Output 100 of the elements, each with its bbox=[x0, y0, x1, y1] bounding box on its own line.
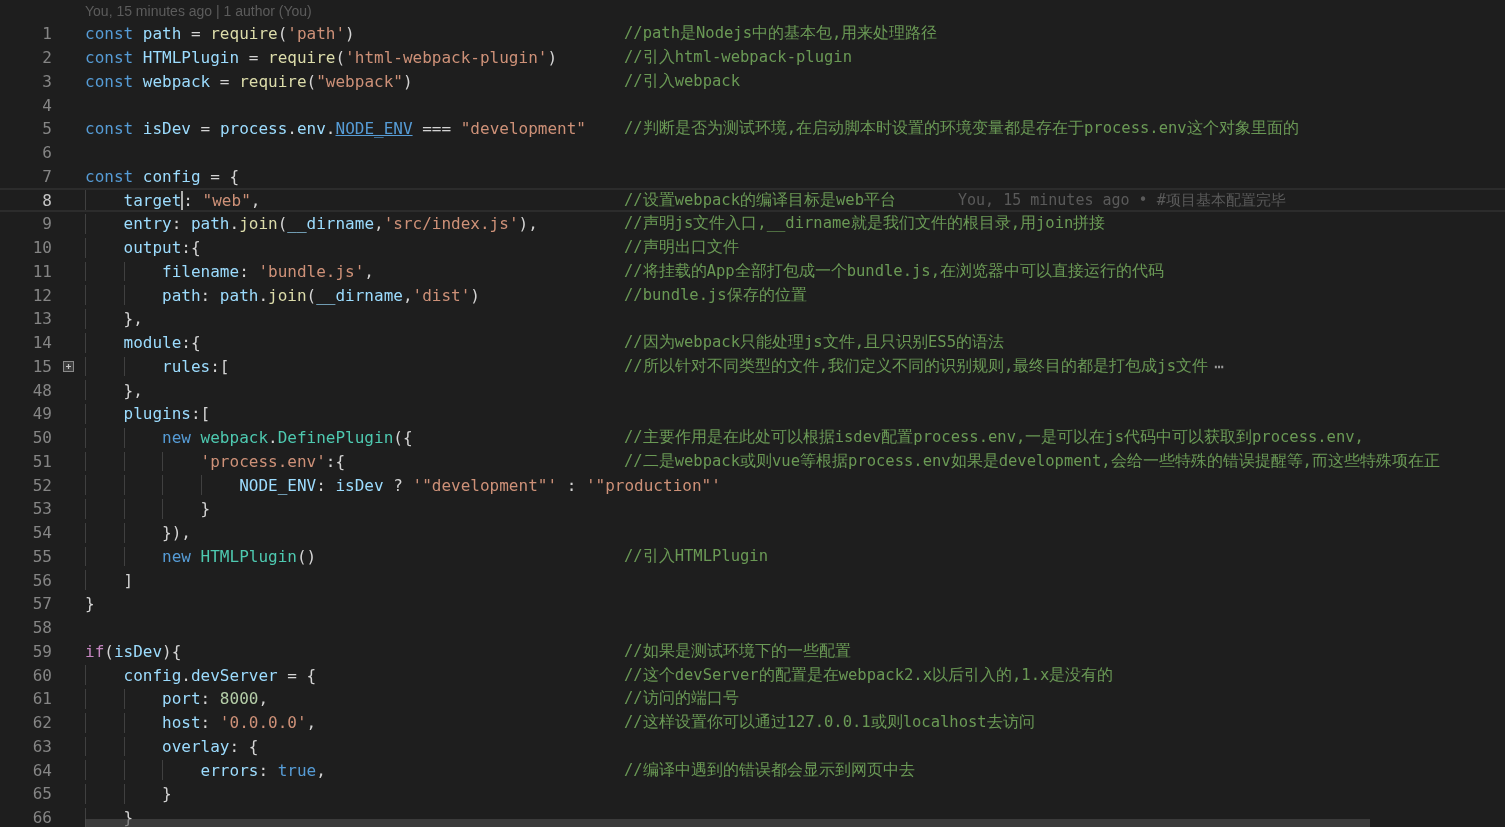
code-token: require bbox=[239, 71, 307, 91]
code-token: ), bbox=[518, 214, 538, 234]
code-token: '"production"' bbox=[585, 475, 721, 495]
code-token: webpack bbox=[200, 428, 269, 448]
code-comment: //因为webpack只能处理js文件,且只识别ES5的语法 bbox=[624, 332, 1004, 354]
line-number: 53 bbox=[31, 499, 52, 519]
code-comment: //将挂载的App全部打包成一个bundle.js,在浏览器中可以直接运行的代码 bbox=[624, 260, 1164, 282]
code-token: : bbox=[200, 285, 212, 305]
code-token: const bbox=[85, 48, 135, 68]
code-token: . bbox=[229, 214, 240, 234]
code-token: path bbox=[162, 285, 201, 305]
code-token: isDev bbox=[113, 641, 163, 661]
code-token: "webpack" bbox=[316, 71, 403, 91]
line-number: 7 bbox=[41, 166, 52, 186]
code-token: new bbox=[162, 428, 192, 448]
code-token: filename bbox=[162, 261, 240, 281]
code-token: :{ bbox=[181, 333, 201, 353]
code-token: ) bbox=[470, 285, 480, 305]
code-token: ? bbox=[392, 475, 404, 495]
code-token: if bbox=[85, 641, 105, 661]
code-token: , bbox=[316, 760, 326, 780]
line-number: 58 bbox=[31, 618, 52, 638]
code-comment: //声明js文件入口,__dirname就是我们文件的根目录,用join拼接 bbox=[624, 213, 1106, 235]
code-token: module bbox=[123, 333, 182, 353]
code-token: : bbox=[183, 190, 194, 210]
code-token: require bbox=[210, 24, 278, 44]
code-comment: //判断是否为测试环境,在启动脚本时设置的环境变量都是存在于process.env这个对象里面的 bbox=[624, 118, 1299, 140]
line-number: 61 bbox=[31, 689, 52, 709]
expand-icon[interactable] bbox=[63, 360, 74, 372]
code-token: const bbox=[85, 166, 135, 186]
line-number: 57 bbox=[31, 594, 52, 614]
code-token: 'dist' bbox=[412, 285, 471, 305]
line-number: 60 bbox=[31, 665, 52, 685]
line-number: 54 bbox=[31, 523, 52, 543]
code-comment: //设置webpack的编译目标是web平台 bbox=[624, 189, 896, 211]
code-token: : bbox=[200, 713, 212, 733]
code-token: devServer bbox=[190, 665, 278, 685]
line-number: 3 bbox=[41, 71, 52, 91]
code-token: '0.0.0.0' bbox=[219, 713, 307, 733]
code-token: :[ bbox=[210, 356, 230, 376]
code-token: }, bbox=[123, 380, 143, 400]
line-number: 9 bbox=[41, 214, 52, 234]
line-number: 59 bbox=[31, 641, 52, 661]
code-token: const bbox=[85, 24, 135, 44]
code-token: === bbox=[421, 119, 453, 139]
code-token: NODE_ENV bbox=[239, 475, 317, 495]
code-token: path bbox=[219, 285, 259, 305]
code-token: plugins bbox=[123, 404, 191, 424]
line-number: 48 bbox=[31, 380, 52, 400]
code-token: . bbox=[287, 119, 297, 139]
code-token: ( bbox=[104, 641, 114, 661]
code-token: ( bbox=[277, 24, 288, 44]
code-token: , bbox=[364, 261, 374, 281]
line-number: 15 bbox=[31, 356, 52, 376]
code-comment: //所以针对不同类型的文件,我们定义不同的识别规则,最终目的都是打包成js文件 bbox=[624, 355, 1208, 377]
code-token: require bbox=[268, 48, 336, 68]
code-token: :{ bbox=[325, 451, 346, 471]
code-token: . bbox=[268, 428, 278, 448]
code-comment: //引入html-webpack-plugin bbox=[624, 47, 852, 69]
code-token: path bbox=[142, 24, 182, 44]
code-token: ( bbox=[277, 214, 288, 234]
code-comment: //访问的端口号 bbox=[624, 688, 739, 710]
code-token: DefinePlugin bbox=[277, 428, 394, 448]
code-token: HTMLPlugin bbox=[142, 48, 240, 68]
code-token: = { bbox=[286, 665, 317, 685]
code-token: ({ bbox=[393, 428, 413, 448]
code-token: = { bbox=[209, 166, 240, 186]
code-token: "web" bbox=[202, 190, 251, 210]
code-token: host bbox=[162, 713, 201, 733]
line-number: 65 bbox=[31, 784, 52, 804]
code-token: } bbox=[85, 594, 95, 614]
code-token: }, bbox=[123, 309, 143, 329]
code-comment: //path是Nodejs中的基本包,用来处理路径 bbox=[624, 23, 938, 45]
code-token: webpack bbox=[142, 71, 211, 91]
code-token: const bbox=[85, 119, 135, 139]
code-token: ] bbox=[123, 570, 134, 590]
code-token: ( bbox=[306, 285, 317, 305]
line-number: 66 bbox=[31, 808, 52, 827]
line-number: 2 bbox=[41, 48, 52, 68]
code-comment: //引入webpack bbox=[624, 70, 740, 92]
code-comment: //这样设置你可以通过127.0.0.1或则localhost去访问 bbox=[624, 712, 1035, 734]
code-token: 8000 bbox=[219, 689, 259, 709]
code-token: ){ bbox=[162, 641, 182, 661]
code-token: : bbox=[565, 475, 578, 495]
line-number: 13 bbox=[31, 309, 52, 329]
line-number: 8 bbox=[41, 190, 52, 210]
line-number: 50 bbox=[31, 428, 52, 448]
code-token: :{ bbox=[181, 238, 201, 258]
folded-code-ellipsis[interactable]: ⋯ bbox=[1214, 356, 1224, 376]
code-token: process bbox=[219, 119, 288, 139]
line-number: 11 bbox=[31, 261, 52, 281]
line-number: 4 bbox=[41, 95, 52, 115]
code-token: , bbox=[306, 713, 317, 733]
code-comment: //二是webpack或则vue等根据process.env如果是development,会给一些特殊的错误提醒等,而这些特殊项在正 bbox=[624, 450, 1440, 472]
code-token: ) bbox=[547, 48, 558, 68]
line-number: 1 bbox=[41, 24, 52, 44]
code-token: }), bbox=[162, 523, 191, 543]
code-token: true bbox=[277, 760, 317, 780]
line-number: 52 bbox=[31, 475, 52, 495]
code-token: : bbox=[258, 760, 270, 780]
